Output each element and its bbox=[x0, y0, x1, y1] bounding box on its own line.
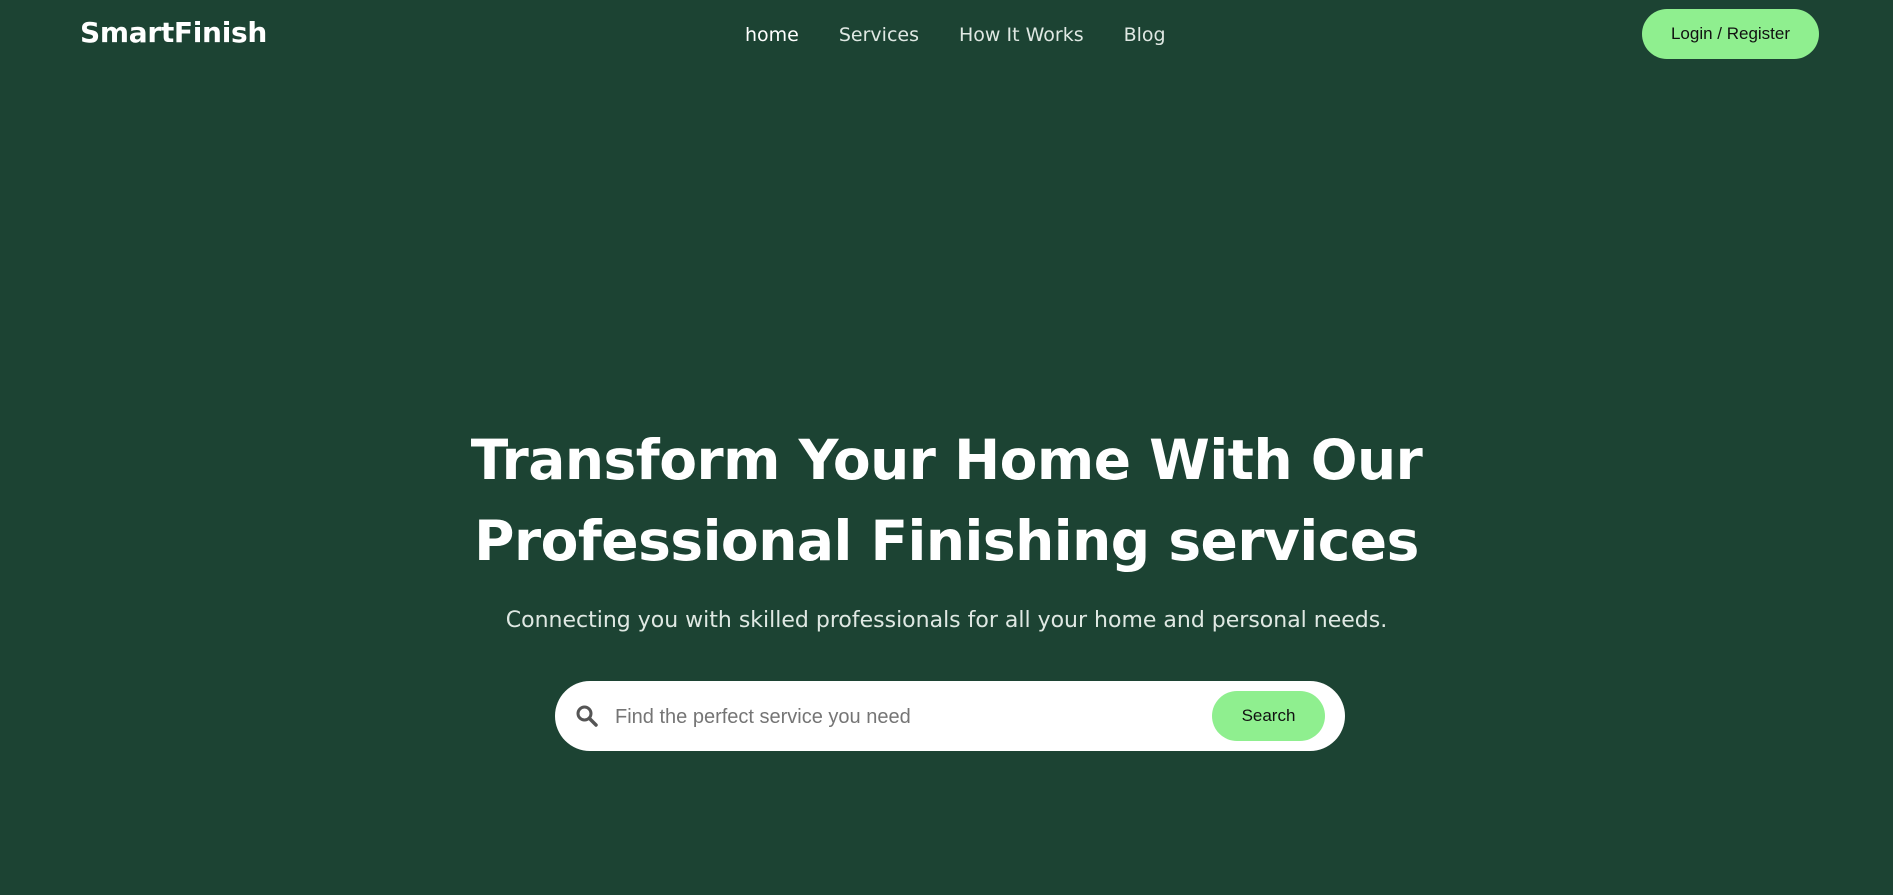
search-input[interactable] bbox=[613, 694, 1237, 740]
hero-title-line-1: Transform Your Home With Our bbox=[470, 428, 1423, 492]
search-button[interactable]: Search bbox=[1212, 691, 1325, 741]
hero-subtitle: Connecting you with skilled professional… bbox=[505, 608, 1388, 633]
search-icon bbox=[575, 704, 599, 728]
hero-section: Transform Your Home With Our Professiona… bbox=[0, 420, 1893, 633]
search-bar: Search bbox=[555, 681, 1345, 751]
page: SmartFinish home Services How It Works B… bbox=[0, 0, 1893, 895]
nav-link-home[interactable]: home bbox=[745, 24, 799, 46]
nav-link-services[interactable]: Services bbox=[839, 24, 919, 46]
nav-link-how-it-works[interactable]: How It Works bbox=[959, 24, 1084, 46]
main-nav: home Services How It Works Blog bbox=[745, 24, 1166, 46]
logo[interactable]: SmartFinish bbox=[80, 16, 267, 49]
hero-title: Transform Your Home With Our Professiona… bbox=[0, 420, 1893, 582]
login-register-button[interactable]: Login / Register bbox=[1642, 9, 1819, 59]
nav-link-blog[interactable]: Blog bbox=[1124, 24, 1166, 46]
hero-title-line-2: Professional Finishing services bbox=[474, 509, 1419, 573]
